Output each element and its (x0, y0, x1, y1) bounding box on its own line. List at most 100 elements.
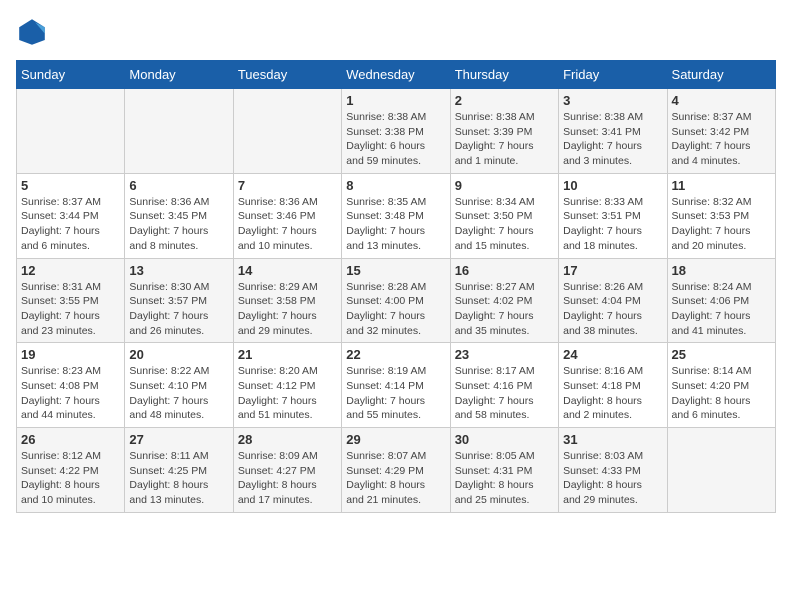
weekday-header-wednesday: Wednesday (342, 61, 450, 89)
logo-icon (16, 16, 48, 48)
day-number: 26 (21, 432, 120, 447)
day-info: Sunrise: 8:03 AM Sunset: 4:33 PM Dayligh… (563, 449, 662, 508)
calendar-cell (17, 89, 125, 174)
calendar-cell: 3 Sunrise: 8:38 AM Sunset: 3:41 PM Daylig… (559, 89, 667, 174)
calendar-cell: 18 Sunrise: 8:24 AM Sunset: 4:06 PM Dayli… (667, 258, 775, 343)
day-info: Sunrise: 8:20 AM Sunset: 4:12 PM Dayligh… (238, 364, 337, 423)
day-number: 8 (346, 178, 445, 193)
calendar-cell: 16Sunrise: 8:27 AM Sunset: 4:02 PM Dayli… (450, 258, 558, 343)
day-number: 27 (129, 432, 228, 447)
day-number: 19 (21, 347, 120, 362)
calendar-cell: 5 Sunrise: 8:37 AM Sunset: 3:44 PM Daylig… (17, 173, 125, 258)
calendar-cell: 1Sunrise: 8:38 AM Sunset: 3:38 PM Daylig… (342, 89, 450, 174)
day-info: Sunrise: 8:34 AM Sunset: 3:50 PM Dayligh… (455, 195, 554, 254)
day-info: Sunrise: 8:17 AM Sunset: 4:16 PM Dayligh… (455, 364, 554, 423)
calendar-cell: 13 Sunrise: 8:30 AM Sunset: 3:57 PM Dayli… (125, 258, 233, 343)
day-number: 21 (238, 347, 337, 362)
calendar-week-row: 19 Sunrise: 8:23 AM Sunset: 4:08 PM Dayli… (17, 343, 776, 428)
day-info: Sunrise: 8:36 AM Sunset: 3:46 PM Dayligh… (238, 195, 337, 254)
day-number: 13 (129, 263, 228, 278)
calendar-week-row: 26 Sunrise: 8:12 AM Sunset: 4:22 PM Dayli… (17, 428, 776, 513)
day-number: 17 (563, 263, 662, 278)
day-number: 10 (563, 178, 662, 193)
day-info: Sunrise: 8:12 AM Sunset: 4:22 PM Dayligh… (21, 449, 120, 508)
day-number: 7 (238, 178, 337, 193)
day-info: Sunrise: 8:28 AM Sunset: 4:00 PM Dayligh… (346, 280, 445, 339)
calendar-header: SundayMondayTuesdayWednesdayThursdayFrid… (17, 61, 776, 89)
day-info: Sunrise: 8:09 AM Sunset: 4:27 PM Dayligh… (238, 449, 337, 508)
calendar-cell: 30 Sunrise: 8:05 AM Sunset: 4:31 PM Dayli… (450, 428, 558, 513)
day-info: Sunrise: 8:16 AM Sunset: 4:18 PM Dayligh… (563, 364, 662, 423)
calendar-cell: 4 Sunrise: 8:37 AM Sunset: 3:42 PM Daylig… (667, 89, 775, 174)
day-info: Sunrise: 8:33 AM Sunset: 3:51 PM Dayligh… (563, 195, 662, 254)
calendar-cell: 17 Sunrise: 8:26 AM Sunset: 4:04 PM Dayli… (559, 258, 667, 343)
day-number: 30 (455, 432, 554, 447)
calendar-cell: 31 Sunrise: 8:03 AM Sunset: 4:33 PM Dayli… (559, 428, 667, 513)
calendar-table: SundayMondayTuesdayWednesdayThursdayFrid… (16, 60, 776, 513)
weekday-header-tuesday: Tuesday (233, 61, 341, 89)
logo (16, 16, 52, 48)
calendar-cell: 20 Sunrise: 8:22 AM Sunset: 4:10 PM Dayli… (125, 343, 233, 428)
calendar-cell: 12Sunrise: 8:31 AM Sunset: 3:55 PM Dayli… (17, 258, 125, 343)
day-info: Sunrise: 8:38 AM Sunset: 3:39 PM Dayligh… (455, 110, 554, 169)
weekday-header-thursday: Thursday (450, 61, 558, 89)
day-info: Sunrise: 8:37 AM Sunset: 3:44 PM Dayligh… (21, 195, 120, 254)
day-number: 15 (346, 263, 445, 278)
weekday-header-row: SundayMondayTuesdayWednesdayThursdayFrid… (17, 61, 776, 89)
day-number: 1 (346, 93, 445, 108)
calendar-cell: 29Sunrise: 8:07 AM Sunset: 4:29 PM Dayli… (342, 428, 450, 513)
day-info: Sunrise: 8:36 AM Sunset: 3:45 PM Dayligh… (129, 195, 228, 254)
day-info: Sunrise: 8:05 AM Sunset: 4:31 PM Dayligh… (455, 449, 554, 508)
day-number: 31 (563, 432, 662, 447)
day-info: Sunrise: 8:11 AM Sunset: 4:25 PM Dayligh… (129, 449, 228, 508)
calendar-cell (125, 89, 233, 174)
day-info: Sunrise: 8:19 AM Sunset: 4:14 PM Dayligh… (346, 364, 445, 423)
calendar-cell: 25 Sunrise: 8:14 AM Sunset: 4:20 PM Dayli… (667, 343, 775, 428)
day-number: 3 (563, 93, 662, 108)
calendar-cell: 21 Sunrise: 8:20 AM Sunset: 4:12 PM Dayli… (233, 343, 341, 428)
day-number: 5 (21, 178, 120, 193)
calendar-cell: 9 Sunrise: 8:34 AM Sunset: 3:50 PM Daylig… (450, 173, 558, 258)
day-info: Sunrise: 8:23 AM Sunset: 4:08 PM Dayligh… (21, 364, 120, 423)
calendar-body: 1Sunrise: 8:38 AM Sunset: 3:38 PM Daylig… (17, 89, 776, 513)
page-header (16, 16, 776, 48)
day-info: Sunrise: 8:37 AM Sunset: 3:42 PM Dayligh… (672, 110, 771, 169)
day-info: Sunrise: 8:32 AM Sunset: 3:53 PM Dayligh… (672, 195, 771, 254)
day-info: Sunrise: 8:22 AM Sunset: 4:10 PM Dayligh… (129, 364, 228, 423)
calendar-cell: 11 Sunrise: 8:32 AM Sunset: 3:53 PM Dayli… (667, 173, 775, 258)
day-number: 2 (455, 93, 554, 108)
day-number: 28 (238, 432, 337, 447)
calendar-cell: 19 Sunrise: 8:23 AM Sunset: 4:08 PM Dayli… (17, 343, 125, 428)
day-number: 25 (672, 347, 771, 362)
day-number: 16 (455, 263, 554, 278)
day-number: 4 (672, 93, 771, 108)
day-info: Sunrise: 8:24 AM Sunset: 4:06 PM Dayligh… (672, 280, 771, 339)
day-info: Sunrise: 8:29 AM Sunset: 3:58 PM Dayligh… (238, 280, 337, 339)
calendar-cell: 7 Sunrise: 8:36 AM Sunset: 3:46 PM Daylig… (233, 173, 341, 258)
calendar-cell: 8Sunrise: 8:35 AM Sunset: 3:48 PM Daylig… (342, 173, 450, 258)
calendar-cell: 26 Sunrise: 8:12 AM Sunset: 4:22 PM Dayli… (17, 428, 125, 513)
day-info: Sunrise: 8:38 AM Sunset: 3:41 PM Dayligh… (563, 110, 662, 169)
day-number: 9 (455, 178, 554, 193)
day-number: 24 (563, 347, 662, 362)
day-info: Sunrise: 8:07 AM Sunset: 4:29 PM Dayligh… (346, 449, 445, 508)
day-number: 12 (21, 263, 120, 278)
calendar-cell (233, 89, 341, 174)
day-number: 23 (455, 347, 554, 362)
day-number: 20 (129, 347, 228, 362)
weekday-header-friday: Friday (559, 61, 667, 89)
day-number: 18 (672, 263, 771, 278)
day-info: Sunrise: 8:14 AM Sunset: 4:20 PM Dayligh… (672, 364, 771, 423)
calendar-cell (667, 428, 775, 513)
calendar-cell: 2 Sunrise: 8:38 AM Sunset: 3:39 PM Daylig… (450, 89, 558, 174)
calendar-cell: 6Sunrise: 8:36 AM Sunset: 3:45 PM Daylig… (125, 173, 233, 258)
calendar-cell: 22Sunrise: 8:19 AM Sunset: 4:14 PM Dayli… (342, 343, 450, 428)
day-number: 11 (672, 178, 771, 193)
calendar-cell: 10 Sunrise: 8:33 AM Sunset: 3:51 PM Dayli… (559, 173, 667, 258)
calendar-week-row: 5 Sunrise: 8:37 AM Sunset: 3:44 PM Daylig… (17, 173, 776, 258)
day-info: Sunrise: 8:30 AM Sunset: 3:57 PM Dayligh… (129, 280, 228, 339)
day-info: Sunrise: 8:26 AM Sunset: 4:04 PM Dayligh… (563, 280, 662, 339)
weekday-header-sunday: Sunday (17, 61, 125, 89)
weekday-header-monday: Monday (125, 61, 233, 89)
calendar-cell: 24 Sunrise: 8:16 AM Sunset: 4:18 PM Dayli… (559, 343, 667, 428)
